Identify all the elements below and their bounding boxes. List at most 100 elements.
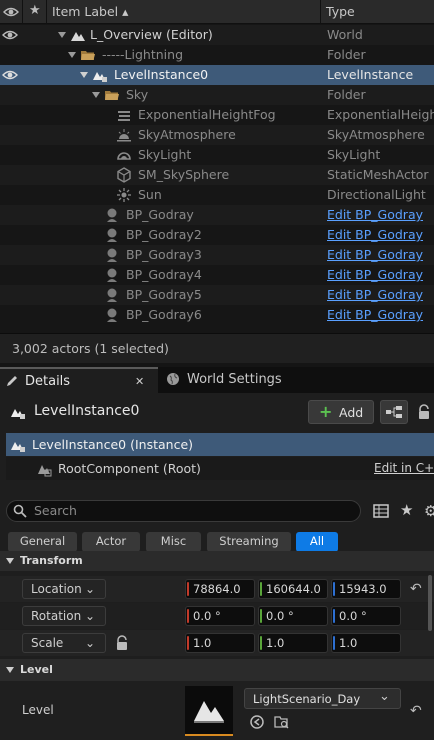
rotation-y-field[interactable]: 0.0 ° <box>258 606 328 626</box>
reset-arrow-icon[interactable]: ↶ <box>410 581 422 597</box>
transform-section-header[interactable]: Transform <box>0 551 434 571</box>
blueprint-actor-icon <box>104 207 120 223</box>
tree-row-bp-godray2[interactable]: BP_Godray2 Edit BP_Godray <box>0 225 434 245</box>
actor-name[interactable]: LevelInstance0 <box>34 403 139 419</box>
component-label: RootComponent (Root) <box>58 461 201 476</box>
level-asset-dropdown[interactable]: LightScenario_Day ⌄ <box>244 688 401 709</box>
filter-all-button[interactable]: All <box>296 532 338 552</box>
tree-row-type: DirectionalLight <box>327 187 426 202</box>
edit-blueprint-link[interactable]: Edit BP_Godray <box>327 225 434 245</box>
component-row-instance[interactable]: LevelInstance0 (Instance) <box>6 433 434 456</box>
filter-actor-button[interactable]: Actor <box>82 532 140 552</box>
tree-row-exponentialheightfog[interactable]: ExponentialHeightFog ExponentialHeight <box>0 105 434 125</box>
rotation-mode-dropdown[interactable]: Rotation ⌄ <box>22 606 106 626</box>
visibility-column-eye-icon[interactable] <box>3 5 19 19</box>
expand-chevron-down-icon[interactable] <box>58 31 66 39</box>
add-component-button[interactable]: + Add <box>308 400 374 424</box>
tree-row-folder-sky[interactable]: Sky Folder <box>0 85 434 105</box>
tree-row-sun[interactable]: Sun DirectionalLight <box>0 185 434 205</box>
edit-blueprint-link[interactable]: Edit BP_Godray <box>327 305 434 325</box>
tree-row-label: LevelInstance0 <box>114 67 209 82</box>
tree-row-bp-godray5[interactable]: BP_Godray5 Edit BP_Godray <box>0 285 434 305</box>
chevron-down-icon: ⌄ <box>85 636 96 650</box>
visibility-eye-icon[interactable] <box>2 28 18 42</box>
collapse-chevron-down-icon <box>6 557 14 565</box>
tree-row-bp-godray6[interactable]: BP_Godray6 Edit BP_Godray <box>0 305 434 325</box>
expand-chevron-down-icon[interactable] <box>68 51 76 59</box>
edit-blueprint-link[interactable]: Edit BP_Godray <box>327 205 434 225</box>
reset-arrow-icon[interactable]: ↶ <box>410 703 422 719</box>
tab-world-settings[interactable]: World Settings <box>160 367 310 393</box>
visibility-eye-icon[interactable] <box>2 68 18 82</box>
tree-row-bp-godray3[interactable]: BP_Godray3 Edit BP_Godray <box>0 245 434 265</box>
tree-row-folder-lightning[interactable]: -----Lightning Folder <box>0 45 434 65</box>
scale-z-field[interactable]: 1.0 <box>331 633 401 653</box>
tree-row-skyatmosphere[interactable]: SkyAtmosphere SkyAtmosphere <box>0 125 434 145</box>
lock-ratio-icon[interactable] <box>115 635 129 651</box>
item-label-column-header[interactable]: Item Label ▴ <box>52 0 128 24</box>
filter-general-button[interactable]: General <box>8 532 77 552</box>
blueprint-actor-icon <box>104 307 120 323</box>
tab-details[interactable]: Details ✕ <box>0 367 158 393</box>
blueprint-hierarchy-button[interactable] <box>380 400 408 424</box>
static-mesh-cube-icon <box>116 167 132 183</box>
search-icon <box>13 504 27 518</box>
section-title: Transform <box>20 554 83 567</box>
scale-x-field[interactable]: 1.0 <box>185 633 255 653</box>
panel-tab-bar: Details ✕ World Settings <box>0 367 434 393</box>
hierarchy-icon <box>386 406 402 418</box>
level-mountain-icon <box>193 695 225 723</box>
tree-row-type: World <box>327 27 363 42</box>
rotation-x-field[interactable]: 0.0 ° <box>185 606 255 626</box>
rotation-row: Rotation ⌄ 0.0 ° 0.0 ° 0.0 ° <box>0 603 434 629</box>
lock-icon[interactable] <box>416 404 432 420</box>
tree-row-sm-skysphere[interactable]: SM_SkySphere StaticMeshActor <box>0 165 434 185</box>
browse-folder-search-icon[interactable] <box>274 715 290 729</box>
edit-blueprint-link[interactable]: Edit BP_Godray <box>327 245 434 265</box>
expand-chevron-down-icon[interactable] <box>92 91 100 99</box>
use-selected-arrow-icon[interactable] <box>250 715 264 729</box>
tree-row-label: BP_Godray5 <box>126 287 202 302</box>
filter-misc-button[interactable]: Misc <box>146 532 201 552</box>
rotation-z-field[interactable]: 0.0 ° <box>331 606 401 626</box>
tree-row-levelinstance0[interactable]: LevelInstance0 LevelInstance <box>0 65 434 85</box>
tree-row-type: Folder <box>327 87 366 102</box>
location-z-field[interactable]: 15943.0 <box>331 579 401 599</box>
table-view-icon[interactable] <box>373 503 389 519</box>
favorites-star-icon[interactable]: ★ <box>400 501 413 519</box>
scale-y-field[interactable]: 1.0 <box>258 633 328 653</box>
location-mode-dropdown[interactable]: Location ⌄ <box>22 579 106 599</box>
tab-world-settings-label: World Settings <box>187 372 282 387</box>
scale-mode-dropdown[interactable]: Scale ⌄ <box>22 633 106 653</box>
outliner-status-bar: 3,002 actors (1 selected) <box>0 333 434 363</box>
tree-row-bp-godray[interactable]: BP_Godray Edit BP_Godray <box>0 205 434 225</box>
search-input[interactable]: Search <box>6 500 361 522</box>
pin-column-star-icon[interactable]: ★ <box>29 3 41 18</box>
expand-chevron-down-icon[interactable] <box>80 71 88 79</box>
component-row-root[interactable]: RootComponent (Root) Edit in C++ <box>6 457 434 480</box>
tree-row-bp-godray4[interactable]: BP_Godray4 Edit BP_Godray <box>0 265 434 285</box>
edit-blueprint-link[interactable]: Edit BP_Godray <box>327 285 434 305</box>
tree-row-skylight[interactable]: SkyLight SkyLight <box>0 145 434 165</box>
tree-row-type: SkyLight <box>327 147 381 162</box>
level-thumbnail[interactable] <box>185 686 233 736</box>
filter-streaming-button[interactable]: Streaming <box>207 532 291 552</box>
tab-close-icon[interactable]: ✕ <box>135 369 144 395</box>
level-section-header[interactable]: Level <box>0 659 434 681</box>
globe-icon <box>166 372 180 386</box>
type-column-header[interactable]: Type <box>326 0 355 24</box>
tree-row-label: SkyLight <box>138 147 192 162</box>
location-x-field[interactable]: 78864.0 <box>185 579 255 599</box>
tree-row-label: ExponentialHeightFog <box>138 107 276 122</box>
tree-row-type: SkyAtmosphere <box>327 127 425 142</box>
level-property-row: Level LightScenario_Day ⌄ ↶ <box>0 681 434 740</box>
settings-gear-icon[interactable]: ⚙ <box>424 502 434 520</box>
details-scrollbar[interactable] <box>428 575 432 631</box>
skylight-dome-icon <box>116 147 132 163</box>
tree-row-world[interactable]: L_Overview (Editor) World <box>0 25 434 45</box>
edit-blueprint-link[interactable]: Edit BP_Godray <box>327 265 434 285</box>
location-y-field[interactable]: 160644.0 <box>258 579 328 599</box>
tree-row-label: BP_Godray4 <box>126 267 202 282</box>
folder-open-icon <box>104 87 120 103</box>
edit-in-cpp-link[interactable]: Edit in C++ <box>374 461 434 475</box>
